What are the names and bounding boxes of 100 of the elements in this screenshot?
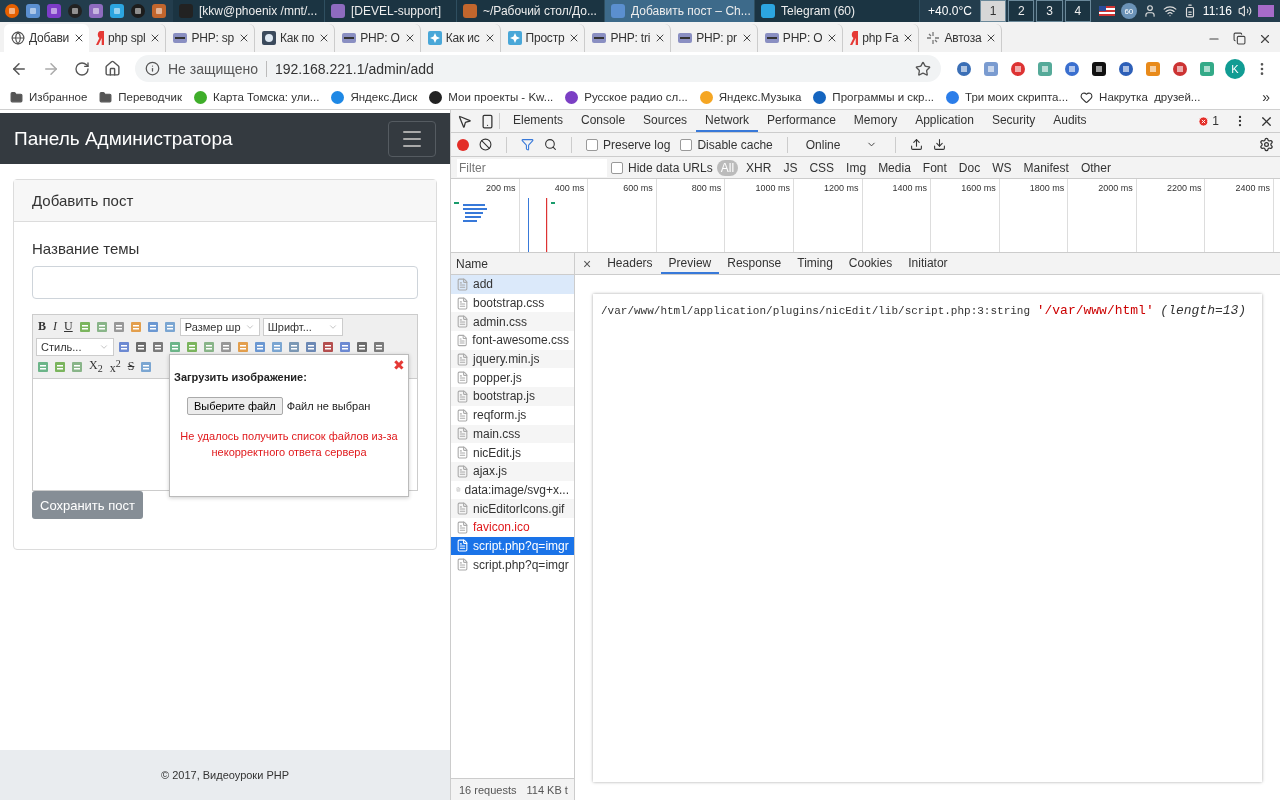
launcher-icon[interactable] — [151, 3, 167, 19]
bookmark-link[interactable]: Накрутка друзей... — [1080, 90, 1201, 104]
bookmark-link[interactable]: Мои проекты - Kw... — [429, 90, 554, 104]
more-bookmarks-button[interactable]: » — [1262, 89, 1270, 105]
address-bar[interactable]: Не защищено 192.168.221.1/admin/add — [135, 55, 941, 82]
throttling-select[interactable]: Online — [801, 137, 882, 152]
launcher-icon[interactable] — [4, 3, 20, 19]
launcher-icon[interactable] — [46, 3, 62, 19]
detail-tab[interactable]: Timing — [789, 253, 841, 274]
type-filter[interactable]: XHR — [742, 159, 776, 176]
bookmark-link[interactable]: Программы и скр... — [813, 90, 935, 104]
bookmark-link[interactable]: Яндекс.Диск — [331, 90, 418, 104]
format-button[interactable]: U — [62, 319, 75, 334]
editor-tool-icon[interactable] — [117, 339, 131, 354]
devtools-tab[interactable]: Sources — [634, 110, 697, 132]
devtools-tab[interactable]: Console — [572, 110, 635, 132]
launcher-icon[interactable] — [67, 3, 83, 19]
devtools-tab[interactable]: Application — [906, 110, 983, 132]
detail-tab[interactable]: Initiator — [900, 253, 956, 274]
editor-tool-icon[interactable] — [134, 339, 148, 354]
taskbar-window[interactable]: [DEVEL-support] — [325, 0, 457, 22]
menu-button[interactable] — [388, 120, 436, 157]
format-select[interactable]: Стиль... — [36, 337, 114, 356]
editor-tool-icon[interactable] — [151, 339, 165, 354]
type-filter[interactable]: Font — [918, 159, 951, 176]
detail-tab[interactable]: Cookies — [840, 253, 901, 274]
bookmark-link[interactable]: Переводчик — [99, 90, 182, 104]
settings-icon[interactable] — [1259, 137, 1274, 152]
launcher-icon[interactable] — [109, 3, 125, 19]
bookmark-link[interactable]: Три моих скрипта... — [946, 90, 1069, 104]
editor-tool-icon[interactable] — [372, 339, 386, 354]
error-counter[interactable]: 1 — [1198, 114, 1219, 128]
bookmark-link[interactable]: Карта Томска: ули... — [194, 90, 320, 104]
close-icon[interactable] — [1258, 32, 1272, 46]
workspace-switch[interactable]: 4 — [1064, 0, 1091, 22]
upload-icon[interactable] — [910, 138, 924, 151]
column-title[interactable]: Name — [456, 256, 488, 271]
hide-data-urls-checkbox[interactable]: Hide data URLs — [611, 160, 713, 175]
info-icon[interactable] — [145, 61, 160, 76]
disable-cache-checkbox[interactable]: Disable cache — [680, 137, 773, 152]
request-row[interactable]: admin.css — [451, 312, 574, 332]
editor-tool-icon[interactable] — [287, 339, 301, 354]
inspect-icon[interactable] — [457, 113, 472, 129]
devtools-tab[interactable]: Elements — [504, 110, 573, 132]
brand-title[interactable]: Панель Администратора — [14, 127, 233, 150]
editor-tool-icon[interactable] — [304, 339, 318, 354]
devtools-tab[interactable]: Performance — [758, 110, 845, 132]
close-button[interactable]: ✖ — [393, 357, 405, 373]
editor-tool-icon[interactable] — [162, 319, 177, 334]
format-button[interactable]: B — [36, 319, 48, 334]
choose-file-button[interactable]: Выберите файл — [187, 397, 283, 415]
taskbar-window[interactable]: [kkw@phoenix /mnt/... — [173, 0, 325, 22]
bookmark-link[interactable]: Русское радио сл... — [565, 90, 688, 104]
editor-tool-icon[interactable] — [338, 339, 352, 354]
format-select[interactable]: Размер шр — [179, 317, 260, 336]
format-select[interactable]: Шрифт... — [262, 317, 343, 336]
type-filter[interactable]: Doc — [954, 159, 985, 176]
request-row[interactable]: bootstrap.js — [451, 387, 574, 406]
editor-tool-icon[interactable] — [270, 339, 284, 354]
type-filter[interactable]: Other — [1076, 159, 1115, 176]
bookmark-link[interactable]: Яндекс.Музыка — [699, 90, 802, 104]
type-filter[interactable]: CSS — [805, 159, 839, 176]
reload-icon[interactable] — [74, 60, 90, 77]
device-toolbar-icon[interactable] — [480, 113, 495, 129]
workspace-switch[interactable]: 3 — [1036, 0, 1063, 22]
devtools-tab[interactable]: Audits — [1044, 110, 1096, 132]
request-row[interactable]: add — [451, 275, 574, 294]
filter-field[interactable]: Filter — [457, 158, 607, 177]
desktop-icon[interactable] — [1258, 3, 1274, 19]
type-filter[interactable]: JS — [779, 159, 802, 176]
taskbar-window[interactable]: ~/Рабочий стол/До... — [457, 0, 605, 22]
editor-tool-icon[interactable] — [355, 339, 369, 354]
taskbar-window[interactable]: Telegram (60) — [755, 0, 920, 22]
request-row[interactable]: nicEditorIcons.gif — [451, 499, 574, 518]
format-button[interactable]: x$^{2}$ — [107, 357, 123, 376]
devtools-tab[interactable]: Security — [982, 110, 1045, 132]
detail-tab[interactable]: Preview — [660, 253, 720, 274]
editor-tool-icon[interactable] — [253, 339, 267, 354]
extension-icon[interactable] — [1090, 59, 1108, 78]
browser-tab[interactable]: Добави — [4, 24, 90, 52]
editor-tool-icon[interactable] — [111, 319, 126, 334]
search-icon[interactable] — [544, 138, 557, 151]
bookmark-link[interactable]: Избранное — [10, 90, 88, 104]
download-icon[interactable] — [933, 138, 947, 151]
user-icon[interactable] — [1142, 4, 1157, 18]
wifi-icon[interactable] — [1162, 4, 1177, 18]
record-button[interactable] — [457, 138, 469, 151]
taskbar-window[interactable]: Добавить пост – Ch... — [605, 0, 755, 22]
volume-icon[interactable] — [1238, 4, 1252, 18]
filter-icon[interactable] — [521, 138, 534, 151]
type-filter[interactable]: Media — [874, 159, 915, 176]
launcher-icon[interactable] — [88, 3, 104, 19]
title-input[interactable] — [32, 266, 418, 299]
format-button[interactable]: I — [51, 319, 59, 334]
bookmark-star-icon[interactable] — [915, 60, 931, 77]
devtools-tab[interactable]: Memory — [844, 110, 907, 132]
preserve-log-checkbox[interactable]: Preserve log — [586, 137, 671, 152]
editor-tool-icon[interactable] — [219, 339, 233, 354]
close-button[interactable]: × — [581, 253, 600, 274]
editor-tool-icon[interactable] — [321, 339, 335, 354]
